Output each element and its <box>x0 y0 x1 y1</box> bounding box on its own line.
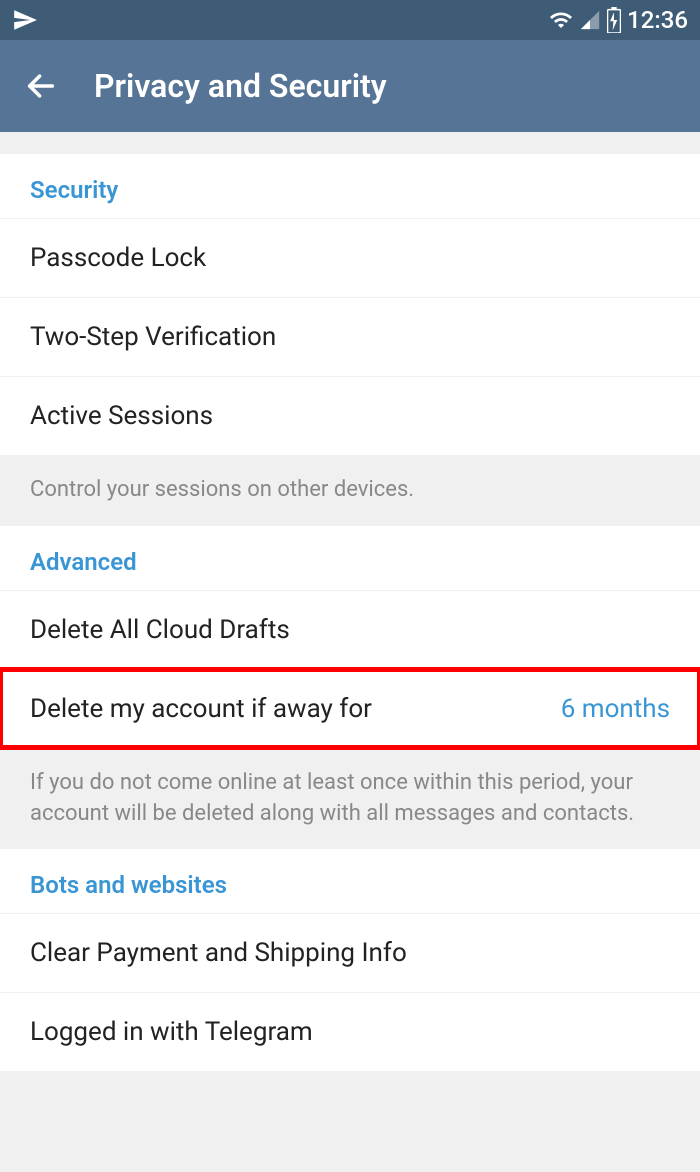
back-button[interactable] <box>24 69 58 103</box>
signal-icon <box>579 9 601 31</box>
row-label: Clear Payment and Shipping Info <box>30 938 407 968</box>
status-time: 12:36 <box>627 6 688 34</box>
delete-account-row[interactable]: Delete my account if away for 6 months <box>0 669 700 748</box>
logged-in-telegram-row[interactable]: Logged in with Telegram <box>0 992 700 1071</box>
section-title-bots: Bots and websites <box>0 849 700 913</box>
two-step-verification-row[interactable]: Two-Step Verification <box>0 297 700 376</box>
row-label: Active Sessions <box>30 401 213 431</box>
row-label: Logged in with Telegram <box>30 1017 313 1047</box>
app-header: Privacy and Security <box>0 40 700 132</box>
status-bar: 12:36 <box>0 0 700 40</box>
section-footer-security: Control your sessions on other devices. <box>0 455 700 526</box>
clear-payment-row[interactable]: Clear Payment and Shipping Info <box>0 913 700 992</box>
section-footer-advanced: If you do not come online at least once … <box>0 748 700 850</box>
passcode-lock-row[interactable]: Passcode Lock <box>0 218 700 297</box>
active-sessions-row[interactable]: Active Sessions <box>0 376 700 455</box>
delete-account-value: 6 months <box>561 694 670 724</box>
telegram-icon <box>12 7 38 33</box>
section-bots: Bots and websites Clear Payment and Ship… <box>0 849 700 1071</box>
delete-drafts-row[interactable]: Delete All Cloud Drafts <box>0 590 700 669</box>
row-label: Passcode Lock <box>30 243 206 273</box>
section-title-advanced: Advanced <box>0 526 700 590</box>
row-label: Two-Step Verification <box>30 322 276 352</box>
page-title: Privacy and Security <box>94 67 387 105</box>
battery-charging-icon <box>607 7 621 33</box>
row-label: Delete All Cloud Drafts <box>30 615 290 645</box>
row-label: Delete my account if away for <box>30 694 372 724</box>
section-title-security: Security <box>0 154 700 218</box>
section-security: Security Passcode Lock Two-Step Verifica… <box>0 154 700 455</box>
section-advanced: Advanced Delete All Cloud Drafts Delete … <box>0 526 700 748</box>
wifi-icon <box>549 8 573 32</box>
